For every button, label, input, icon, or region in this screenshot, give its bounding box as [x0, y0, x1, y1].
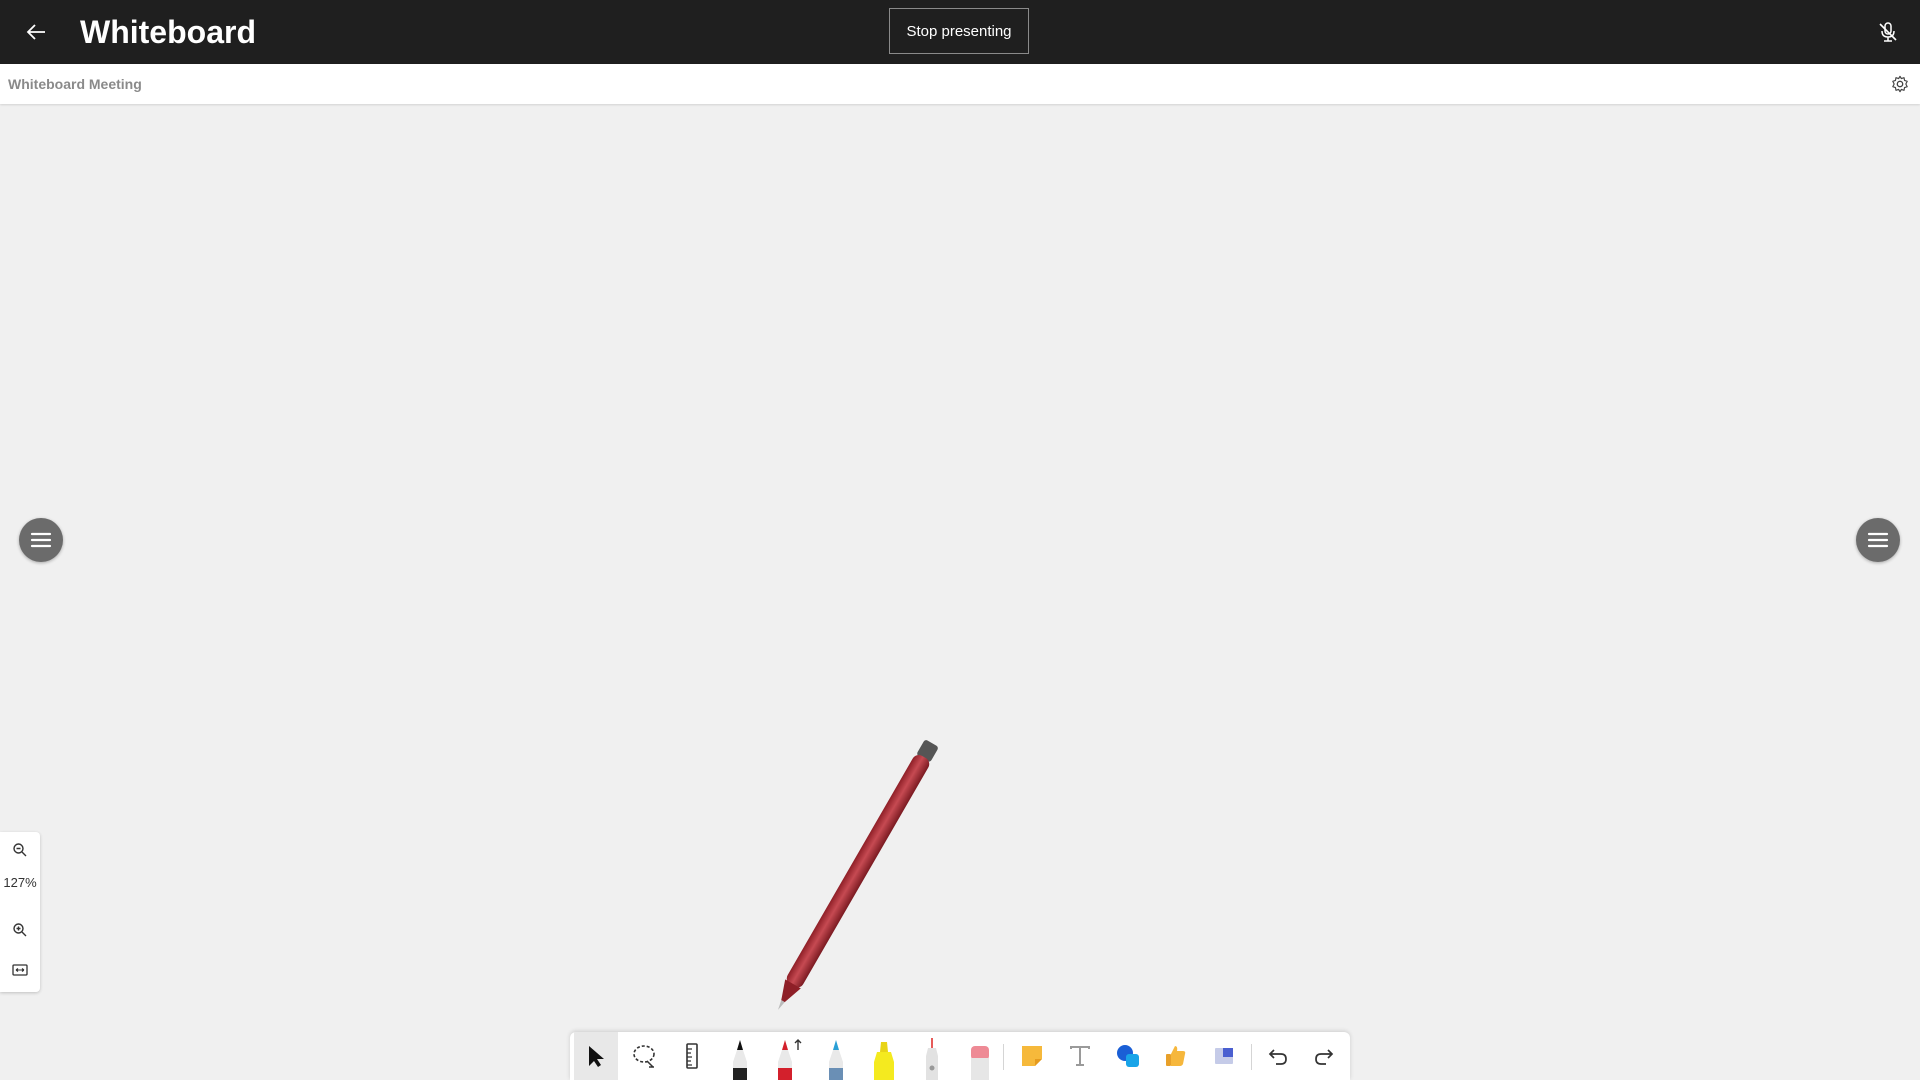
red-pen-icon — [778, 1039, 802, 1080]
eraser-icon — [971, 1046, 989, 1080]
blue-pen-icon — [829, 1040, 843, 1080]
zoom-in-icon — [13, 923, 27, 937]
zoom-in-button[interactable] — [0, 914, 40, 946]
templates-tool[interactable] — [1202, 1032, 1246, 1080]
mute-button[interactable] — [1872, 16, 1904, 48]
undo-button[interactable] — [1256, 1032, 1300, 1080]
text-tool[interactable] — [1058, 1032, 1102, 1080]
shapes-icon — [1117, 1045, 1139, 1067]
laser-pointer-icon — [926, 1038, 938, 1080]
zoom-level: 127% — [3, 875, 37, 890]
mic-off-icon — [1879, 22, 1897, 42]
thumbs-up-icon — [1166, 1046, 1186, 1066]
drawing-toolbar — [570, 1032, 1350, 1080]
select-tool[interactable] — [574, 1032, 618, 1080]
pen-illustration — [778, 740, 938, 1010]
app-title: Whiteboard — [80, 14, 256, 50]
stop-presenting-button[interactable]: Stop presenting — [889, 8, 1029, 54]
highlighter-icon — [874, 1042, 894, 1080]
black-pen-tool[interactable] — [718, 1032, 762, 1080]
zoom-out-icon — [13, 843, 27, 857]
shapes-tool[interactable] — [1106, 1032, 1150, 1080]
blue-pen-tool[interactable] — [814, 1032, 858, 1080]
sticky-note-icon — [1022, 1046, 1042, 1066]
gear-icon — [1892, 75, 1908, 93]
toolbar-separator — [1251, 1044, 1252, 1070]
redo-button[interactable] — [1302, 1032, 1346, 1080]
back-button[interactable] — [18, 14, 54, 50]
meeting-title: Whiteboard Meeting — [8, 76, 142, 92]
meeting-header: Whiteboard Meeting — [0, 64, 1920, 104]
laser-pointer-tool[interactable] — [910, 1032, 954, 1080]
reactions-tool[interactable] — [1154, 1032, 1198, 1080]
right-menu-button[interactable] — [1856, 518, 1900, 562]
toolbar-separator — [1003, 1044, 1004, 1070]
undo-icon — [1268, 1049, 1287, 1065]
lasso-tool[interactable] — [622, 1032, 666, 1080]
hamburger-menu-icon — [1867, 532, 1889, 548]
black-pen-icon — [733, 1040, 747, 1080]
settings-button[interactable] — [1888, 72, 1912, 96]
ruler-icon — [686, 1043, 698, 1069]
redo-icon — [1315, 1049, 1334, 1065]
ruler-tool[interactable] — [670, 1032, 714, 1080]
templates-icon — [1215, 1048, 1233, 1064]
arrow-left-icon — [26, 24, 45, 40]
left-menu-button[interactable] — [19, 518, 63, 562]
fit-to-screen-button[interactable] — [0, 954, 40, 986]
cursor-arrow-icon — [589, 1046, 604, 1067]
fit-screen-icon — [12, 964, 28, 976]
eraser-tool[interactable] — [958, 1032, 1002, 1080]
hamburger-menu-icon — [30, 532, 52, 548]
top-bar: Whiteboard Stop presenting — [0, 0, 1920, 64]
lasso-icon — [633, 1045, 655, 1068]
highlighter-tool[interactable] — [862, 1032, 906, 1080]
zoom-panel: 127% — [0, 832, 40, 992]
red-pen-tool[interactable] — [766, 1032, 810, 1080]
text-icon — [1070, 1046, 1090, 1066]
sticky-note-tool[interactable] — [1010, 1032, 1054, 1080]
zoom-out-button[interactable] — [0, 834, 40, 866]
